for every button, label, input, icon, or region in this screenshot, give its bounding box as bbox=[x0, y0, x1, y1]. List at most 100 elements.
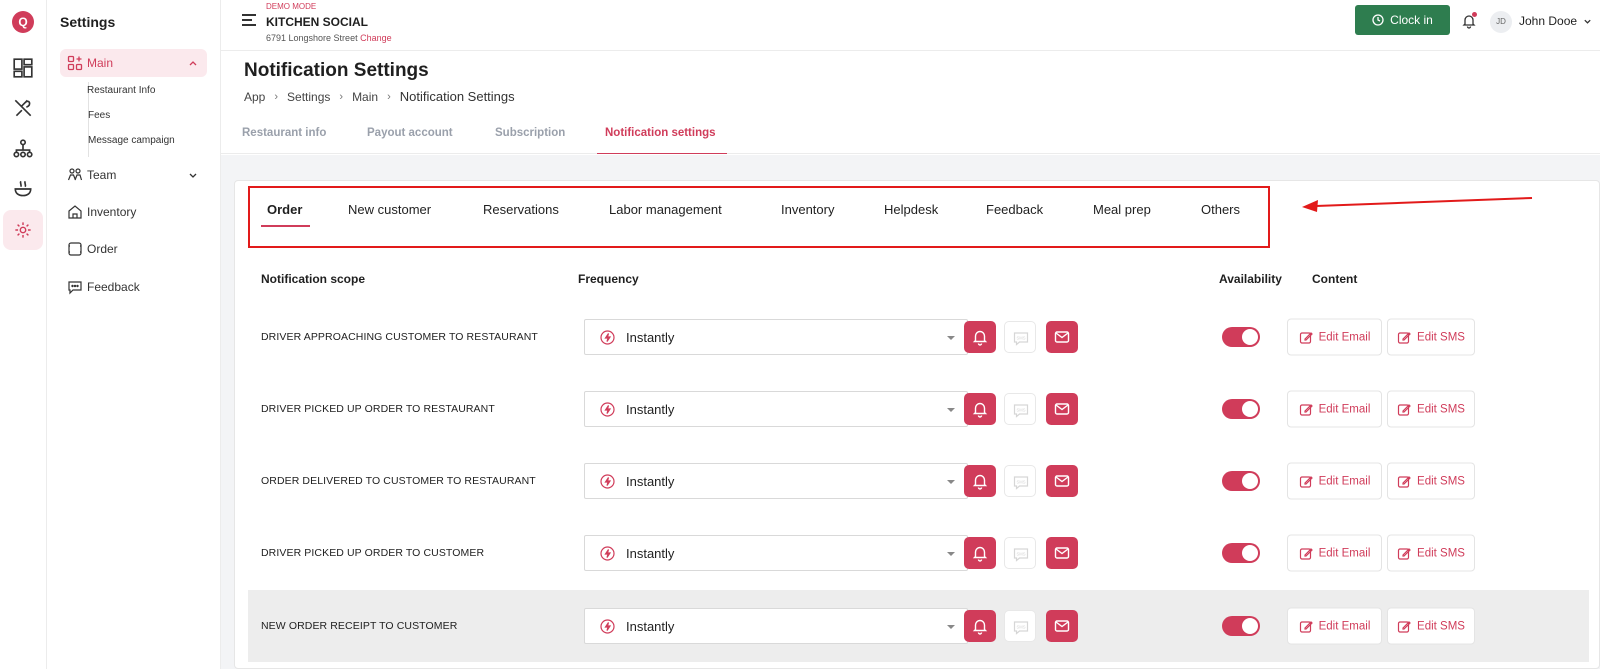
home-icon bbox=[67, 204, 83, 220]
frequency-select[interactable]: Instantly bbox=[584, 535, 968, 571]
edit-sms-button[interactable]: Edit SMS bbox=[1387, 318, 1475, 356]
edit-email-button[interactable]: Edit Email bbox=[1287, 462, 1382, 500]
tab-subscription[interactable]: Subscription bbox=[495, 127, 565, 154]
notification-scope: DRIVER APPROACHING CUSTOMER TO RESTAURAN… bbox=[261, 331, 538, 343]
sidebar-item-label: Main bbox=[87, 56, 114, 70]
availability-toggle[interactable] bbox=[1222, 616, 1260, 636]
frequency-select[interactable]: Instantly bbox=[584, 319, 968, 355]
notification-scope: NEW ORDER RECEIPT TO CUSTOMER bbox=[261, 620, 458, 632]
breadcrumb-app[interactable]: App bbox=[244, 90, 265, 104]
edit-sms-button[interactable]: Edit SMS bbox=[1387, 462, 1475, 500]
annotation-highlight-box bbox=[248, 186, 1270, 248]
clock-icon bbox=[1372, 14, 1384, 26]
sidebar-subitem-fees[interactable]: Fees bbox=[88, 107, 175, 132]
sidebar-item-feedback[interactable]: Feedback bbox=[60, 273, 207, 301]
sms-icon[interactable]: SMS bbox=[1004, 321, 1036, 353]
mail-icon[interactable] bbox=[1046, 465, 1078, 497]
sms-icon[interactable]: SMS bbox=[1004, 610, 1036, 642]
chat-icon bbox=[67, 279, 83, 295]
menu-icon[interactable] bbox=[242, 14, 256, 26]
settings-icon[interactable] bbox=[3, 210, 43, 250]
sidebar-item-main[interactable]: Main bbox=[60, 49, 207, 77]
frequency-select[interactable]: Instantly bbox=[584, 608, 968, 644]
dashboard-icon[interactable] bbox=[12, 57, 34, 79]
bell-icon[interactable] bbox=[964, 321, 996, 353]
sidebar-subitem-restaurant-info[interactable]: Restaurant Info bbox=[87, 82, 175, 107]
subtab-order[interactable]: Order bbox=[267, 202, 302, 217]
org-chart-icon[interactable] bbox=[12, 138, 34, 160]
sms-icon[interactable]: SMS bbox=[1004, 465, 1036, 497]
caret-down-icon bbox=[947, 552, 955, 556]
sidebar-item-label: Team bbox=[87, 168, 117, 182]
mail-icon[interactable] bbox=[1046, 321, 1078, 353]
top-bar: DEMO MODE KITCHEN SOCIAL 6791 Longshore … bbox=[221, 0, 1600, 51]
caret-down-icon bbox=[947, 336, 955, 340]
availability-toggle[interactable] bbox=[1222, 327, 1260, 347]
edit-email-button[interactable]: Edit Email bbox=[1287, 534, 1382, 572]
demo-mode-label: DEMO MODE bbox=[266, 2, 317, 11]
caret-down-icon bbox=[947, 480, 955, 484]
frequency-select[interactable]: Instantly bbox=[584, 463, 968, 499]
edit-email-button[interactable]: Edit Email bbox=[1287, 607, 1382, 645]
tab-notification-settings[interactable]: Notification settings bbox=[597, 127, 727, 154]
sms-icon[interactable]: SMS bbox=[1004, 537, 1036, 569]
availability-toggle[interactable] bbox=[1222, 543, 1260, 563]
edit-email-button[interactable]: Edit Email bbox=[1287, 390, 1382, 428]
table-row: DRIVER PICKED UP ORDER TO CUSTOMER Instan… bbox=[248, 517, 1589, 589]
table-row: ORDER DELIVERED TO CUSTOMER TO RESTAURAN… bbox=[248, 445, 1589, 517]
clock-in-button[interactable]: Clock in bbox=[1355, 5, 1450, 35]
sidebar-item-inventory[interactable]: Inventory bbox=[60, 198, 207, 226]
sidebar-item-order[interactable]: Order bbox=[60, 235, 207, 263]
mail-icon[interactable] bbox=[1046, 610, 1078, 642]
subtab-inventory[interactable]: Inventory bbox=[781, 202, 834, 217]
edit-icon bbox=[1397, 619, 1411, 633]
edit-sms-button[interactable]: Edit SMS bbox=[1387, 534, 1475, 572]
subtab-helpdesk[interactable]: Helpdesk bbox=[884, 202, 938, 217]
avatar[interactable]: JD bbox=[1490, 11, 1512, 33]
frequency-value: Instantly bbox=[626, 474, 675, 489]
active-subtab-indicator bbox=[261, 225, 310, 227]
subtab-others[interactable]: Others bbox=[1201, 202, 1240, 217]
frequency-value: Instantly bbox=[626, 330, 675, 345]
sidebar-item-team[interactable]: Team bbox=[60, 161, 207, 189]
change-location-link[interactable]: Change bbox=[360, 33, 392, 43]
svg-text:SMS: SMS bbox=[1016, 625, 1025, 630]
subtab-new-customer[interactable]: New customer bbox=[348, 202, 431, 217]
mail-icon[interactable] bbox=[1046, 537, 1078, 569]
edit-sms-button[interactable]: Edit SMS bbox=[1387, 390, 1475, 428]
chevron-down-icon[interactable] bbox=[1583, 17, 1592, 26]
subtab-reservations[interactable]: Reservations bbox=[483, 202, 559, 217]
tab-restaurant-info[interactable]: Restaurant info bbox=[242, 127, 326, 154]
edit-email-button[interactable]: Edit Email bbox=[1287, 318, 1382, 356]
svg-text:SMS: SMS bbox=[1016, 408, 1025, 413]
notification-scope: DRIVER PICKED UP ORDER TO CUSTOMER bbox=[261, 547, 485, 559]
utensils-icon[interactable] bbox=[12, 97, 34, 119]
availability-toggle[interactable] bbox=[1222, 399, 1260, 419]
edit-icon bbox=[1397, 546, 1411, 560]
user-name[interactable]: John Dooe bbox=[1519, 14, 1577, 28]
chevron-up-icon bbox=[189, 61, 197, 66]
sms-icon[interactable]: SMS bbox=[1004, 393, 1036, 425]
bowl-icon[interactable] bbox=[12, 178, 34, 200]
page-title: Notification Settings bbox=[244, 60, 429, 81]
subtab-meal-prep[interactable]: Meal prep bbox=[1093, 202, 1151, 217]
breadcrumb-main[interactable]: Main bbox=[352, 90, 378, 104]
bell-icon[interactable] bbox=[964, 465, 996, 497]
edit-sms-button[interactable]: Edit SMS bbox=[1387, 607, 1475, 645]
notification-bell-icon[interactable] bbox=[1461, 12, 1477, 29]
availability-toggle[interactable] bbox=[1222, 471, 1260, 491]
bell-icon[interactable] bbox=[964, 393, 996, 425]
notification-scope: ORDER DELIVERED TO CUSTOMER TO RESTAURAN… bbox=[261, 475, 536, 487]
frequency-select[interactable]: Instantly bbox=[584, 391, 968, 427]
app-logo[interactable]: Q bbox=[12, 11, 34, 33]
sidebar-subitem-message-campaign[interactable]: Message campaign bbox=[88, 132, 175, 157]
bell-icon[interactable] bbox=[964, 610, 996, 642]
tab-payout-account[interactable]: Payout account bbox=[367, 127, 453, 154]
edit-icon bbox=[1299, 546, 1313, 560]
mail-icon[interactable] bbox=[1046, 393, 1078, 425]
breadcrumb-settings[interactable]: Settings bbox=[287, 90, 330, 104]
restaurant-name: KITCHEN SOCIAL bbox=[266, 15, 368, 29]
bell-icon[interactable] bbox=[964, 537, 996, 569]
subtab-labor-management[interactable]: Labor management bbox=[609, 202, 722, 217]
subtab-feedback[interactable]: Feedback bbox=[986, 202, 1043, 217]
